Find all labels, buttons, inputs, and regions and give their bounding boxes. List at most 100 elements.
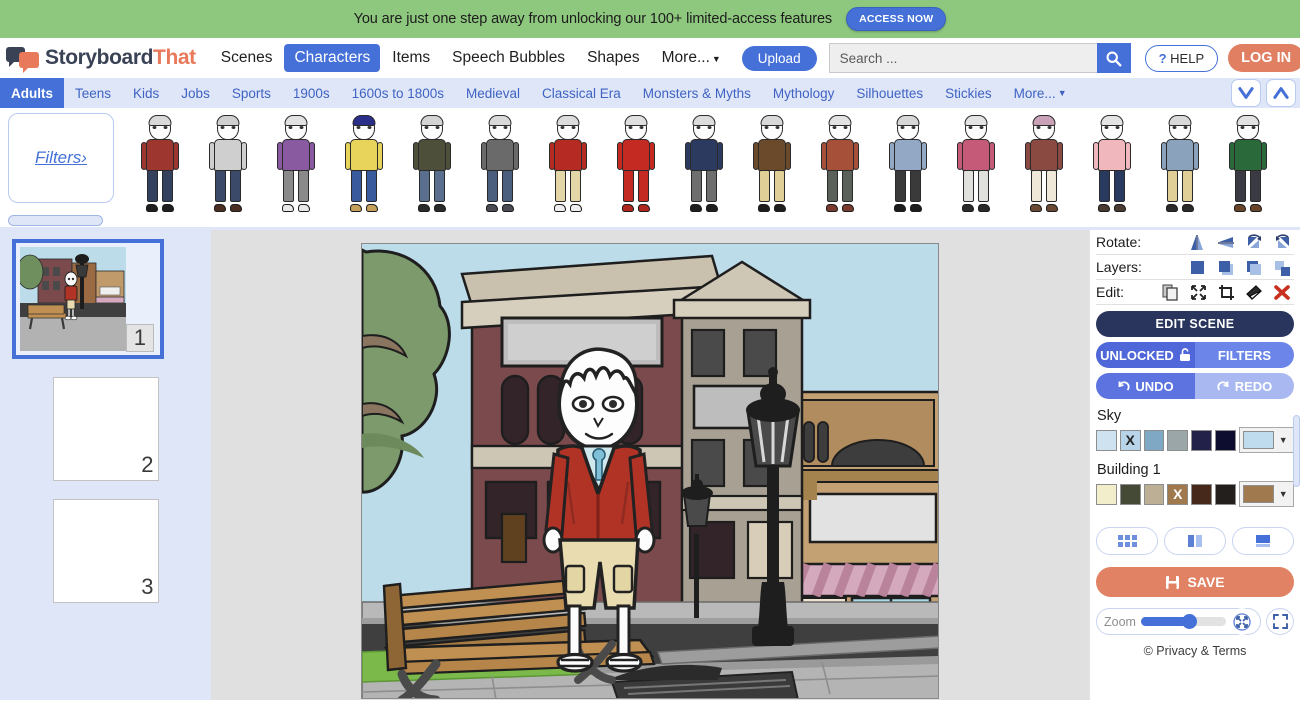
privacy-terms-link[interactable]: © Privacy & Terms [1096,644,1294,658]
subnav-item-stickies[interactable]: Stickies [934,78,1003,108]
swatch-sky-2[interactable] [1143,429,1165,451]
grid-layout-button[interactable] [1096,527,1158,555]
sky-color-picker[interactable]: ▼ [1238,427,1295,453]
subnav-item-adults[interactable]: Adults [0,78,64,108]
figure-legs [895,170,921,202]
strip-scrollbar-thumb[interactable] [8,215,103,226]
undo-button[interactable]: UNDO [1096,373,1195,399]
redo-button[interactable]: REDO [1195,373,1294,399]
character-thumb-adult-pink-cardigan-white[interactable] [942,113,1010,213]
swatch-sky-0[interactable] [1096,429,1117,451]
scene-thumbnail-3[interactable]: 3 [52,499,159,603]
character-thumb-adult-blue-shirt-khaki[interactable] [1146,113,1214,213]
subnav-item-1600s-to-1800s[interactable]: 1600s to 1800s [341,78,455,108]
flip-horizontal-icon[interactable] [1186,232,1210,253]
scene-thumbnail-1[interactable]: 1 [12,239,164,359]
canvas-area[interactable] [211,230,1089,700]
character-thumb-adult-olive-jacket-jeans[interactable] [398,113,466,213]
subnav-item-1900s[interactable]: 1900s [282,78,341,108]
flip-vertical-icon[interactable] [1214,232,1238,253]
search-button[interactable] [1096,43,1131,73]
subnav-item-classical-era[interactable]: Classical Era [531,78,632,108]
bring-to-front-icon[interactable] [1186,257,1210,278]
character-thumb-adult-purple-tank-grey[interactable] [262,113,330,213]
swatch-sky-3[interactable] [1167,429,1189,451]
nav-item-speech-bubbles[interactable]: Speech Bubbles [442,44,575,72]
single-layout-button[interactable] [1232,527,1294,555]
zoom-slider-knob[interactable] [1181,614,1197,629]
swatch-building1-0[interactable] [1096,483,1117,505]
subnav-item-kids[interactable]: Kids [122,78,170,108]
character-thumb-adult-rust-cardigan-grey[interactable] [806,113,874,213]
logo[interactable]: StoryboardThat [6,45,196,73]
help-button[interactable]: ? HELP [1144,44,1219,72]
expand-panel-button[interactable] [1266,79,1296,107]
swatch-building1-5[interactable] [1214,483,1236,505]
subnav-item-silhouettes[interactable]: Silhouettes [845,78,934,108]
swatch-building1-4[interactable] [1191,483,1212,505]
column-layout-button[interactable] [1164,527,1226,555]
filters-button[interactable]: FILTERS [1195,342,1294,368]
subnav-item-medieval[interactable]: Medieval [455,78,531,108]
subnav-item-monsters-myths[interactable]: Monsters & Myths [632,78,762,108]
building1-color-picker[interactable]: ▼ [1238,481,1295,507]
eraser-icon[interactable] [1242,282,1266,303]
swatch-building1-2[interactable] [1143,483,1165,505]
filters-card-button[interactable]: Filters› [8,113,114,203]
login-button[interactable]: LOG IN [1228,44,1300,72]
floppy-disk-icon [1166,575,1180,589]
character-thumb-adult-blue-shirt-tie[interactable] [874,113,942,213]
nav-item-more[interactable]: More... ▼ [652,44,731,72]
character-thumb-adult-yellow-tee-blue-hair[interactable] [330,113,398,213]
swatch-building1-3-selected[interactable]: X [1167,483,1189,505]
swatch-row-sky: X ▼ [1096,427,1295,453]
upload-button[interactable]: Upload [741,45,817,71]
subnav-item-mythology[interactable]: Mythology [762,78,846,108]
character-thumb-adult-red-jacket-khaki[interactable] [534,113,602,213]
character-thumb-adult-navy-jacket-grey[interactable] [670,113,738,213]
nav-item-items[interactable]: Items [382,44,440,72]
zoom-slider[interactable] [1140,614,1226,629]
edit-scene-button[interactable]: EDIT SCENE [1096,311,1294,337]
crop-icon[interactable] [1214,282,1238,303]
scene-thumbnail-2[interactable]: 2 [52,377,159,481]
swatch-sky-4[interactable] [1191,429,1212,451]
send-backward-icon[interactable] [1242,257,1266,278]
character-thumb-adult-grey-jacket-scarf[interactable] [466,113,534,213]
nav-item-shapes[interactable]: Shapes [577,44,650,72]
rotate-left-icon[interactable] [1242,232,1266,253]
character-thumb-adult-red-cardigan-jeans[interactable] [126,113,194,213]
character-thumb-adult-hijab-maroon[interactable] [1010,113,1078,213]
collapse-panel-button[interactable] [1231,79,1261,107]
nav-item-scenes[interactable]: Scenes [211,44,283,72]
fullscreen-button[interactable] [1266,608,1294,635]
subnav-item-jobs[interactable]: Jobs [170,78,221,108]
resize-icon[interactable] [1186,282,1210,303]
swatch-building1-1[interactable] [1119,483,1141,505]
subnav-item-sports[interactable]: Sports [221,78,282,108]
character-thumb-adult-grey-hoodie-jeans[interactable] [194,113,262,213]
send-to-back-icon[interactable] [1270,257,1294,278]
zoom-slider-box[interactable]: Zoom [1096,608,1261,635]
bring-forward-icon[interactable] [1214,257,1238,278]
nav-item-characters[interactable]: Characters [284,44,381,72]
subnav-item-more[interactable]: More... ▼ [1003,78,1078,108]
storyboard-canvas[interactable] [361,243,939,699]
character-thumb-adult-brown-suit-khaki[interactable] [738,113,806,213]
rotate-right-icon[interactable] [1270,232,1294,253]
duplicate-icon[interactable] [1158,282,1182,303]
character-thumb-adult-red-dress[interactable] [602,113,670,213]
save-button[interactable]: SAVE [1096,567,1294,597]
character-thumb-adult-green-top-black-dress[interactable] [1214,113,1282,213]
search-input[interactable] [828,43,1097,73]
fit-to-screen-button[interactable] [1231,608,1253,635]
delete-icon[interactable] [1270,282,1294,303]
character-thumb-adult-pink-tee-navy-shorts[interactable] [1078,113,1146,213]
figure-torso [350,139,378,171]
unlocked-button[interactable]: UNLOCKED [1096,342,1195,368]
subnav-item-teens[interactable]: Teens [64,78,122,108]
tools-panel-scrollbar[interactable] [1293,415,1300,487]
swatch-sky-1-selected[interactable]: X [1119,429,1141,451]
access-now-button[interactable]: ACCESS NOW [846,7,947,31]
swatch-sky-5[interactable] [1214,429,1236,451]
